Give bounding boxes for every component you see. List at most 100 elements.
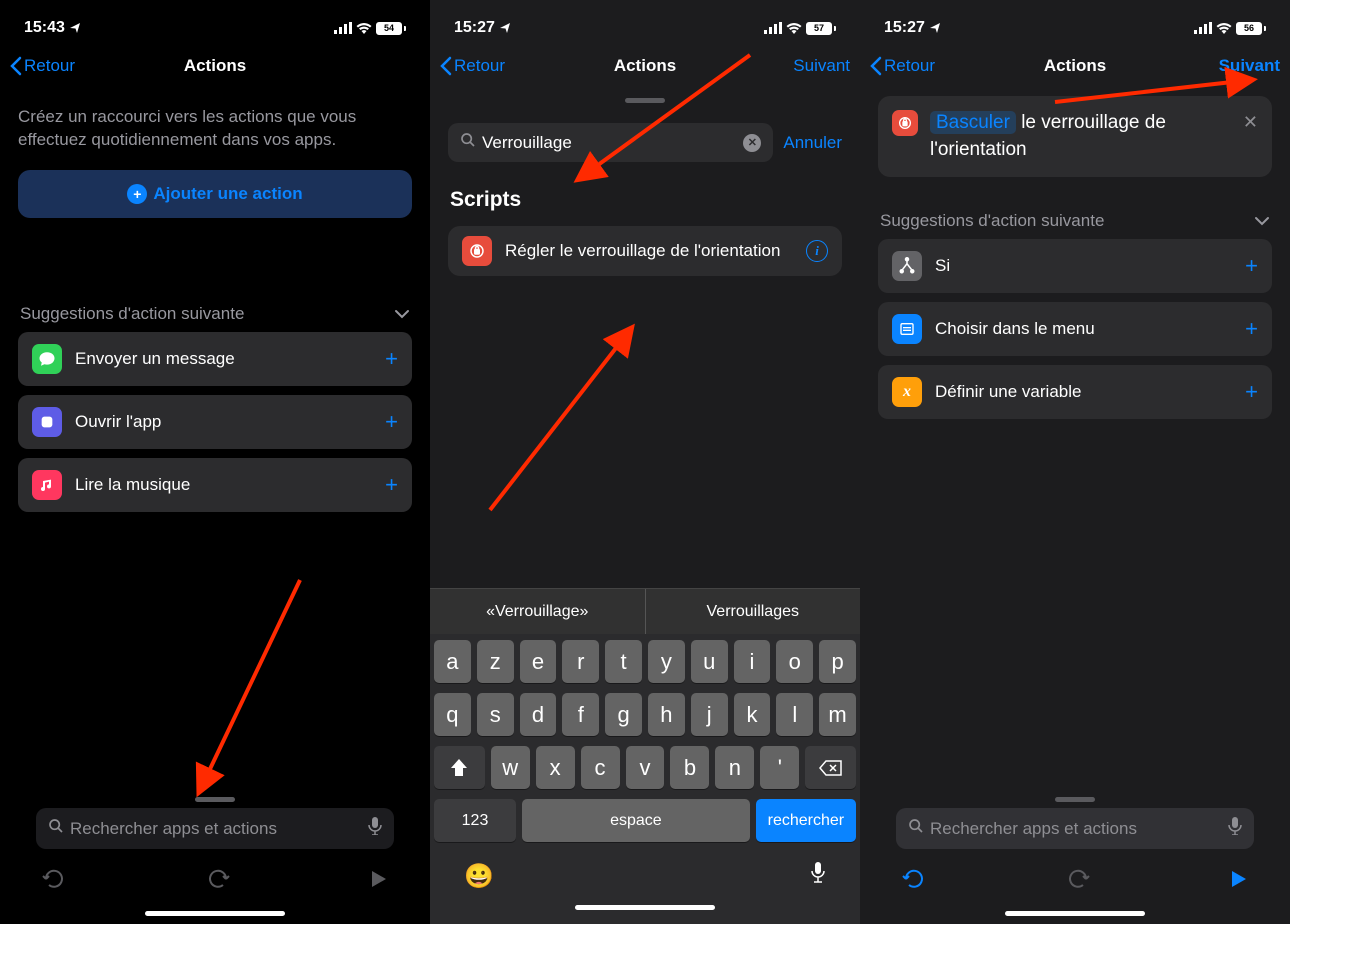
search-input[interactable]: Rechercher apps et actions bbox=[896, 808, 1254, 849]
key-i[interactable]: i bbox=[734, 640, 771, 683]
phone-screen-2: 15:27 57 Retour Actions Suivant Verrouil… bbox=[430, 0, 860, 924]
key-row-1: a z e r t y u i o p bbox=[434, 640, 856, 683]
return-key[interactable]: rechercher bbox=[756, 799, 856, 842]
suggestion-2[interactable]: Verrouillages bbox=[646, 589, 861, 634]
shift-key[interactable] bbox=[434, 746, 485, 789]
home-indicator[interactable] bbox=[575, 905, 715, 910]
key-w[interactable]: w bbox=[491, 746, 530, 789]
plus-icon: + bbox=[385, 409, 398, 435]
suggestion-if[interactable]: Si + bbox=[878, 239, 1272, 293]
nav-bar: Retour Actions Suivant bbox=[860, 44, 1290, 88]
key-p[interactable]: p bbox=[819, 640, 856, 683]
mic-icon[interactable] bbox=[368, 817, 382, 840]
key-q[interactable]: q bbox=[434, 693, 471, 736]
search-input[interactable]: Verrouillage ✕ bbox=[448, 123, 773, 162]
search-icon bbox=[460, 132, 476, 153]
wifi-icon bbox=[786, 22, 802, 34]
page-title: Actions bbox=[614, 56, 676, 76]
location-icon bbox=[69, 22, 81, 34]
undo-icon[interactable] bbox=[902, 869, 926, 895]
add-action-button[interactable]: + Ajouter une action bbox=[18, 170, 412, 218]
key-k[interactable]: k bbox=[734, 693, 771, 736]
suggestion-open-app[interactable]: Ouvrir l'app + bbox=[18, 395, 412, 449]
suggestions-header[interactable]: Suggestions d'action suivante bbox=[878, 205, 1272, 239]
home-indicator[interactable] bbox=[1005, 911, 1145, 916]
back-label: Retour bbox=[454, 56, 505, 76]
search-icon bbox=[908, 818, 924, 839]
clock: 15:27 bbox=[454, 19, 495, 37]
key-n[interactable]: n bbox=[715, 746, 754, 789]
play-icon[interactable] bbox=[1230, 869, 1248, 895]
action-token[interactable]: Basculer bbox=[930, 111, 1016, 134]
suggestion-label: Choisir dans le menu bbox=[935, 319, 1232, 339]
space-key[interactable]: espace bbox=[522, 799, 750, 842]
numbers-key[interactable]: 123 bbox=[434, 799, 516, 842]
suggestion-menu[interactable]: Choisir dans le menu + bbox=[878, 302, 1272, 356]
status-bar: 15:43 54 bbox=[0, 0, 430, 44]
info-icon[interactable]: i bbox=[806, 240, 828, 262]
key-r[interactable]: r bbox=[562, 640, 599, 683]
key-o[interactable]: o bbox=[776, 640, 813, 683]
key-g[interactable]: g bbox=[605, 693, 642, 736]
key-f[interactable]: f bbox=[562, 693, 599, 736]
search-icon bbox=[48, 818, 64, 839]
key-u[interactable]: u bbox=[691, 640, 728, 683]
next-button[interactable]: Suivant bbox=[1219, 56, 1280, 76]
play-icon[interactable] bbox=[370, 869, 388, 895]
keyboard-suggestions: «Verrouillage» Verrouillages bbox=[430, 588, 860, 634]
scripts-header: Scripts bbox=[448, 174, 842, 226]
key-y[interactable]: y bbox=[648, 640, 685, 683]
key-l[interactable]: l bbox=[776, 693, 813, 736]
action-card[interactable]: Basculer le verrouillage de l'orientatio… bbox=[878, 96, 1272, 177]
suggestion-1[interactable]: «Verrouillage» bbox=[430, 589, 646, 634]
key-v[interactable]: v bbox=[626, 746, 665, 789]
redo-icon[interactable] bbox=[1066, 869, 1090, 895]
key-j[interactable]: j bbox=[691, 693, 728, 736]
key-e[interactable]: e bbox=[520, 640, 557, 683]
key-c[interactable]: c bbox=[581, 746, 620, 789]
undo-icon[interactable] bbox=[42, 869, 66, 895]
close-icon[interactable]: ✕ bbox=[1243, 110, 1258, 135]
toolbar bbox=[18, 857, 412, 901]
backspace-key[interactable] bbox=[805, 746, 856, 789]
suggestion-label: Envoyer un message bbox=[75, 349, 372, 369]
keyboard-bottom: 😀 bbox=[434, 852, 856, 895]
keyboard: «Verrouillage» Verrouillages a z e r t y… bbox=[430, 588, 860, 924]
next-button[interactable]: Suivant bbox=[793, 56, 850, 76]
key-apos[interactable]: ' bbox=[760, 746, 799, 789]
cancel-button[interactable]: Annuler bbox=[783, 133, 842, 153]
key-z[interactable]: z bbox=[477, 640, 514, 683]
key-d[interactable]: d bbox=[520, 693, 557, 736]
back-button[interactable]: Retour bbox=[10, 56, 75, 76]
back-button[interactable]: Retour bbox=[870, 56, 935, 76]
drag-handle[interactable] bbox=[195, 797, 235, 802]
suggestion-play-music[interactable]: Lire la musique + bbox=[18, 458, 412, 512]
suggestions-header[interactable]: Suggestions d'action suivante bbox=[18, 298, 412, 332]
phone-screen-1: 15:43 54 Retour Actions Créez un raccour… bbox=[0, 0, 430, 924]
clear-icon[interactable]: ✕ bbox=[743, 134, 761, 152]
key-h[interactable]: h bbox=[648, 693, 685, 736]
key-s[interactable]: s bbox=[477, 693, 514, 736]
drag-handle[interactable] bbox=[1055, 797, 1095, 802]
key-t[interactable]: t bbox=[605, 640, 642, 683]
search-value: Verrouillage bbox=[482, 133, 737, 153]
suggestion-send-message[interactable]: Envoyer un message + bbox=[18, 332, 412, 386]
back-button[interactable]: Retour bbox=[440, 56, 505, 76]
drag-handle[interactable] bbox=[625, 98, 665, 103]
mic-icon[interactable] bbox=[810, 862, 826, 891]
key-b[interactable]: b bbox=[670, 746, 709, 789]
home-indicator[interactable] bbox=[145, 911, 285, 916]
key-a[interactable]: a bbox=[434, 640, 471, 683]
page-title: Actions bbox=[1044, 56, 1106, 76]
key-m[interactable]: m bbox=[819, 693, 856, 736]
emoji-icon[interactable]: 😀 bbox=[464, 862, 494, 891]
search-input[interactable]: Rechercher apps et actions bbox=[36, 808, 394, 849]
variable-icon: x bbox=[892, 377, 922, 407]
key-x[interactable]: x bbox=[536, 746, 575, 789]
script-orientation-lock[interactable]: Régler le verrouillage de l'orientation … bbox=[448, 226, 842, 276]
status-bar: 15:27 57 bbox=[430, 0, 860, 44]
redo-icon[interactable] bbox=[206, 869, 230, 895]
suggestion-variable[interactable]: x Définir une variable + bbox=[878, 365, 1272, 419]
mic-icon[interactable] bbox=[1228, 817, 1242, 840]
clock: 15:43 bbox=[24, 19, 65, 37]
